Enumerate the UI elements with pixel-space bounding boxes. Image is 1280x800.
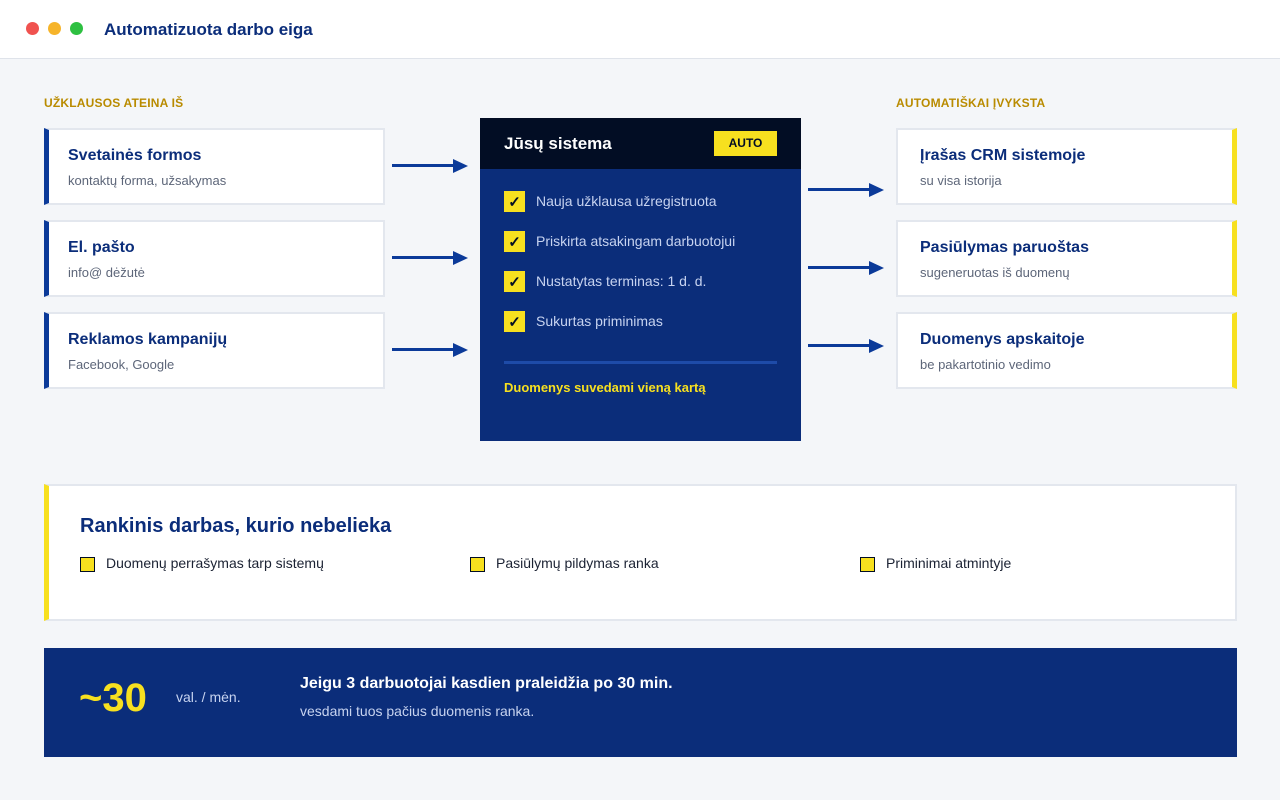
source-card-title: Reklamos kampanijų <box>68 331 228 348</box>
manual-work-item-label: Duomenų perrašymas tarp sistemų <box>106 555 324 571</box>
outputs-section-label: AUTOMATIŠKAI ĮVYKSTA <box>896 96 1046 110</box>
system-step-label: Priskirta atsakingam darbuotojui <box>536 233 736 249</box>
arrow-right-icon <box>392 159 468 173</box>
result-card-offer-ready: Pasiūlymas paruoštas sugeneruotas iš duo… <box>896 220 1237 297</box>
checkmark-icon: ✓ <box>504 231 525 252</box>
square-bullet-icon <box>470 557 485 572</box>
divider <box>504 361 777 364</box>
system-step-label: Sukurtas priminimas <box>536 313 663 329</box>
minimize-window-button[interactable] <box>48 22 61 35</box>
arrow-right-icon <box>808 183 884 197</box>
close-window-button[interactable] <box>26 22 39 35</box>
source-card-website-forms: Svetainės formos kontaktų forma, užsakym… <box>44 128 385 205</box>
hours-saved-value: ~30 <box>79 676 147 720</box>
checkmark-icon: ✓ <box>504 271 525 292</box>
hours-saved-unit: val. / mėn. <box>176 689 241 705</box>
title-bar: Automatizuota darbo eiga <box>0 0 1280 59</box>
result-card-subtitle: su visa istorija <box>920 173 1002 188</box>
arrow-right-icon <box>392 251 468 265</box>
arrow-right-icon <box>808 261 884 275</box>
source-card-subtitle: info@ dėžutė <box>68 265 145 280</box>
system-title: Jūsų sistema <box>504 134 612 153</box>
source-card-title: El. pašto <box>68 239 135 256</box>
source-card-title: Svetainės formos <box>68 147 202 164</box>
square-bullet-icon <box>860 557 875 572</box>
savings-stats-bar: ~30 val. / mėn. Jeigu 3 darbuotojai kasd… <box>44 648 1237 757</box>
system-footer-note: Duomenys suvedami vieną kartą <box>504 380 706 395</box>
source-card-email: El. pašto info@ dėžutė <box>44 220 385 297</box>
result-card-accounting-data: Duomenys apskaitoje be pakartotinio vedi… <box>896 312 1237 389</box>
manual-work-item-label: Pasiūlymų pildymas ranka <box>496 555 659 571</box>
manual-work-title: Rankinis darbas, kurio nebelieka <box>80 515 392 537</box>
system-panel-header: Jūsų sistema AUTO <box>480 118 801 169</box>
savings-subline: vesdami tuos pačius duomenis ranka. <box>300 703 535 719</box>
checkmark-icon: ✓ <box>504 191 525 212</box>
system-step-label: Nustatytas terminas: 1 d. d. <box>536 273 707 289</box>
result-card-subtitle: sugeneruotas iš duomenų <box>920 265 1070 280</box>
manual-work-item-label: Priminimai atmintyje <box>886 555 1012 571</box>
manual-work-panel: Rankinis darbas, kurio nebelieka Duomenų… <box>44 484 1237 621</box>
savings-headline: Jeigu 3 darbuotojai kasdien praleidžia p… <box>300 675 673 692</box>
source-card-subtitle: Facebook, Google <box>68 357 175 372</box>
inputs-section-label: UŽKLAUSOS ATEINA IŠ <box>44 96 184 110</box>
result-card-crm-record: Įrašas CRM sistemoje su visa istorija <box>896 128 1237 205</box>
result-card-title: Pasiūlymas paruoštas <box>920 239 1089 256</box>
result-card-title: Įrašas CRM sistemoje <box>920 147 1086 164</box>
result-card-title: Duomenys apskaitoje <box>920 331 1085 348</box>
result-card-subtitle: be pakartotinio vedimo <box>920 357 1051 372</box>
checkmark-icon: ✓ <box>504 311 525 332</box>
system-panel: Jūsų sistema AUTO ✓ Nauja užklausa užreg… <box>480 118 801 441</box>
source-card-subtitle: kontaktų forma, užsakymas <box>68 173 227 188</box>
system-step-label: Nauja užklausa užregistruota <box>536 193 717 209</box>
maximize-window-button[interactable] <box>70 22 83 35</box>
arrow-right-icon <box>808 339 884 353</box>
window-title: Automatizuota darbo eiga <box>104 20 313 39</box>
square-bullet-icon <box>80 557 95 572</box>
auto-badge: AUTO <box>714 131 777 156</box>
arrow-right-icon <box>392 343 468 357</box>
source-card-ad-campaigns: Reklamos kampanijų Facebook, Google <box>44 312 385 389</box>
